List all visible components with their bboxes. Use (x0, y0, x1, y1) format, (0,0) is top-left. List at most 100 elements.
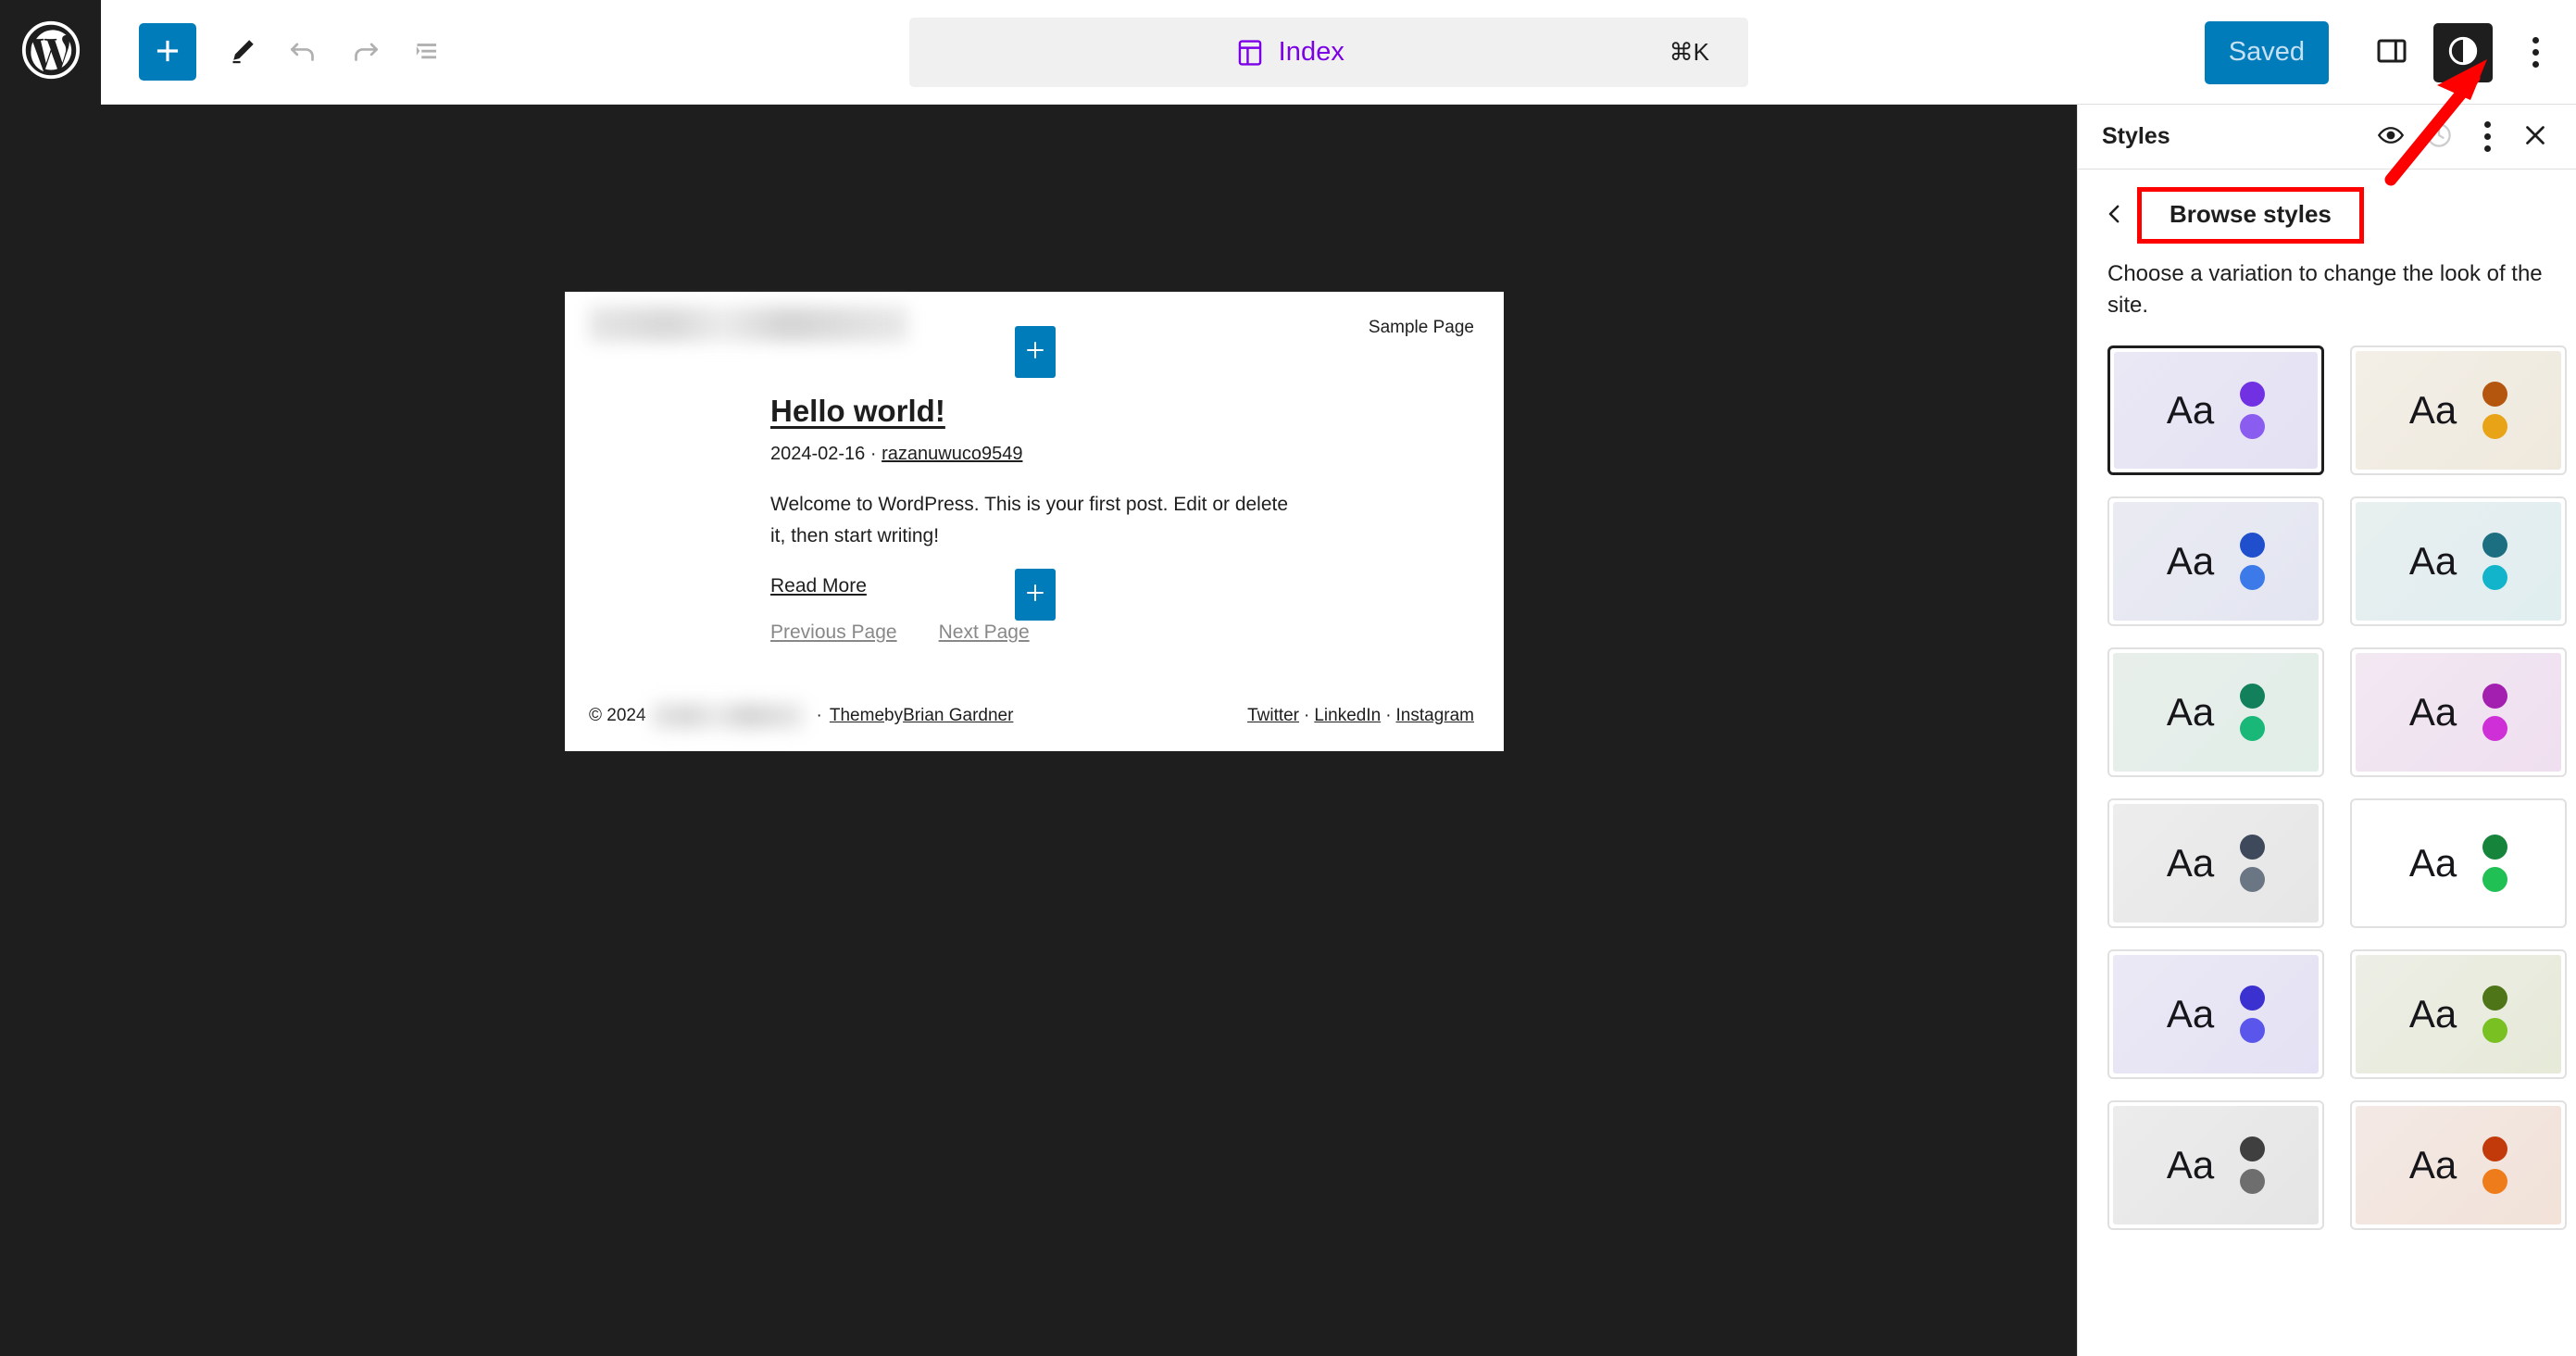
style-variation-card-olive[interactable]: Aa (2350, 949, 2567, 1080)
style-variation-secondary-color-dot (2240, 716, 2266, 742)
undo-arrow-icon (286, 33, 321, 71)
style-variation-color-dots (2240, 835, 2266, 893)
undo-button[interactable] (273, 21, 334, 82)
style-variation-preview: Aa (2356, 502, 2561, 622)
footer-by-text: by (884, 706, 904, 725)
style-variation-preview: Aa (2356, 804, 2561, 923)
style-variation-preview: Aa (2113, 1106, 2319, 1225)
saved-button[interactable]: Saved (2204, 20, 2329, 84)
block-inserter-bottom-button[interactable] (1015, 569, 1056, 621)
footer-credit: © 2024 · Theme by Brian Gardner (589, 703, 1013, 729)
next-page-link[interactable]: Next Page (939, 622, 1030, 644)
site-preview-frame[interactable]: Sample Page Hello world! 2024-02-16 · ra… (565, 292, 1504, 751)
style-variation-color-dots (2240, 382, 2266, 440)
footer-theme-author-link[interactable]: Brian Gardner (903, 706, 1013, 726)
eye-icon (2375, 119, 2407, 154)
footer-social-linkedin[interactable]: LinkedIn (1314, 706, 1381, 726)
footer-social-separator: · (1304, 706, 1310, 725)
style-variation-preview: Aa (2113, 955, 2319, 1074)
style-variation-primary-color-dot (2482, 533, 2508, 559)
style-variation-preview: Aa (2113, 804, 2319, 923)
command-bar-label: Index (1278, 37, 1345, 67)
block-inserter-top-button[interactable] (1015, 326, 1056, 378)
style-variation-color-dots (2240, 986, 2266, 1044)
style-variation-card-green[interactable]: Aa (2107, 647, 2324, 778)
post-pagination: Previous Page Next Page (770, 622, 1419, 644)
post-title-link[interactable]: Hello world! (770, 394, 945, 429)
style-variation-primary-color-dot (2482, 986, 2508, 1011)
style-variation-color-dots (2482, 986, 2508, 1044)
command-search-bar[interactable]: Index ⌘K (909, 18, 1748, 87)
style-variation-card-teal[interactable]: Aa (2350, 496, 2567, 627)
footer-social-twitter[interactable]: Twitter (1247, 706, 1299, 726)
styles-panel-title: Styles (2102, 123, 2170, 149)
editor-more-menu-button[interactable] (2511, 24, 2559, 82)
style-variation-primary-color-dot (2482, 835, 2508, 860)
nav-link-sample-page[interactable]: Sample Page (1369, 318, 1474, 338)
style-revisions-button[interactable] (2415, 113, 2463, 161)
redo-button[interactable] (334, 21, 395, 82)
style-variation-card-indigo[interactable]: Aa (2107, 949, 2324, 1080)
style-variation-card-gray[interactable]: Aa (2107, 1100, 2324, 1231)
footer-copyright: © 2024 (589, 706, 646, 725)
post-meta: 2024-02-16 · razanuwuco9549 (770, 444, 1419, 465)
style-variation-card-orange[interactable]: Aa (2350, 1100, 2567, 1231)
toolbar-left-tools (139, 21, 456, 82)
pencil-icon (226, 34, 259, 70)
styles-back-button[interactable] (2095, 195, 2135, 235)
editor-canvas[interactable]: Sample Page Hello world! 2024-02-16 · ra… (0, 105, 2077, 1356)
style-variation-primary-color-dot (2240, 684, 2266, 709)
style-variation-sample-text: Aa (2166, 992, 2215, 1036)
browse-styles-header-row: Browse styles (2078, 170, 2576, 244)
style-variation-color-dots (2482, 835, 2508, 893)
styles-more-menu-button[interactable] (2463, 113, 2511, 161)
plus-icon (1021, 336, 1049, 369)
style-variation-card-magenta[interactable]: Aa (2350, 647, 2567, 778)
site-title-redacted (589, 307, 908, 342)
footer-theme-link[interactable]: Theme (830, 706, 884, 726)
style-variation-preview: Aa (2113, 653, 2319, 772)
styles-toggle-button[interactable] (2433, 22, 2493, 82)
style-variation-secondary-color-dot (2240, 414, 2266, 440)
index-template-icon (1234, 37, 1266, 69)
style-variation-card-amber[interactable]: Aa (2350, 345, 2567, 476)
style-variation-secondary-color-dot (2240, 565, 2266, 591)
redo-arrow-icon (347, 33, 382, 71)
style-variation-primary-color-dot (2482, 1136, 2508, 1162)
style-variation-card-emerald[interactable]: Aa (2350, 798, 2567, 929)
style-variation-primary-color-dot (2240, 835, 2266, 860)
document-outline-icon (408, 33, 444, 71)
settings-sidebar-toggle-button[interactable] (2363, 24, 2420, 82)
wordpress-logo-icon (20, 19, 81, 85)
wordpress-logo-button[interactable] (0, 0, 101, 105)
styles-close-button[interactable] (2511, 113, 2559, 161)
browse-styles-title: Browse styles (2137, 186, 2364, 244)
editor-top-toolbar: Index ⌘K Saved (0, 0, 2576, 105)
style-variation-secondary-color-dot (2482, 1169, 2508, 1195)
post-content-block[interactable]: Hello world! 2024-02-16 · razanuwuco9549… (770, 394, 1419, 644)
plus-icon (1021, 579, 1049, 611)
add-block-button[interactable] (139, 23, 196, 81)
clock-revisions-icon (2423, 119, 2455, 154)
style-variation-card-blue[interactable]: Aa (2107, 496, 2324, 627)
style-variation-secondary-color-dot (2482, 565, 2508, 591)
post-author-link[interactable]: razanuwuco9549 (882, 444, 1022, 464)
chevron-left-icon (2101, 200, 2129, 231)
style-variation-sample-text: Aa (2408, 992, 2457, 1036)
footer-social-instagram[interactable]: Instagram (1396, 706, 1474, 726)
style-variation-preview: Aa (2114, 352, 2318, 470)
kebab-menu-icon (2532, 37, 2539, 68)
style-variation-secondary-color-dot (2482, 414, 2508, 440)
style-variation-primary-color-dot (2240, 533, 2266, 559)
style-variation-preview: Aa (2356, 1106, 2561, 1225)
edit-tool-button[interactable] (212, 21, 273, 82)
previous-page-link[interactable]: Previous Page (770, 622, 897, 644)
style-book-preview-button[interactable] (2367, 113, 2415, 161)
command-bar-content: Index (909, 37, 1669, 69)
read-more-link[interactable]: Read More (770, 575, 867, 597)
style-variation-primary-color-dot (2240, 986, 2266, 1011)
style-variation-sample-text: Aa (2408, 841, 2457, 885)
list-view-button[interactable] (395, 21, 456, 82)
style-variation-card-purple[interactable]: Aa (2107, 345, 2324, 476)
style-variation-card-slate[interactable]: Aa (2107, 798, 2324, 929)
